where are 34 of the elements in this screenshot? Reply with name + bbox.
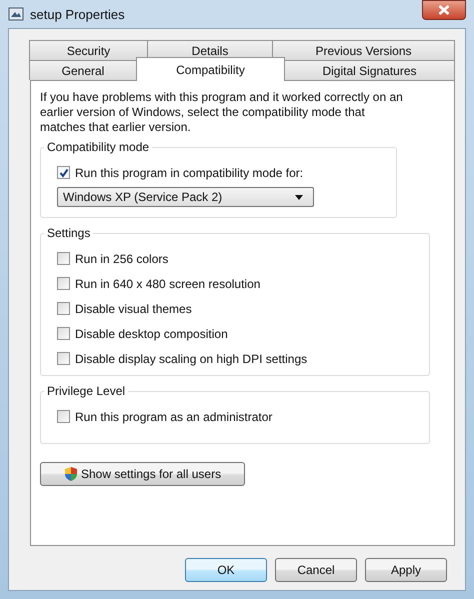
tab[interactable]: Previous Versions <box>272 40 455 60</box>
checkbox[interactable] <box>57 252 70 265</box>
close-button[interactable] <box>422 0 466 20</box>
checkbox[interactable] <box>57 302 70 315</box>
checkbox[interactable] <box>57 410 70 423</box>
checkbox-label: Disable display scaling on high DPI settings <box>75 352 308 366</box>
close-icon <box>438 5 450 15</box>
dialog-button[interactable]: Cancel <box>275 558 357 582</box>
tab[interactable]: General <box>29 60 137 80</box>
checkbox-label: Run this program as an administrator <box>75 410 272 424</box>
dialog-button[interactable]: Apply <box>365 558 447 582</box>
tab[interactable]: Security <box>29 40 148 60</box>
window-title: setup Properties <box>30 6 126 22</box>
dropdown-arrow-icon <box>295 194 303 200</box>
group-title: Settings <box>44 226 94 240</box>
checkbox-label: Run in 640 x 480 screen resolution <box>75 276 260 290</box>
dialog-button[interactable]: OK <box>185 558 267 582</box>
checkbox[interactable] <box>57 327 70 340</box>
checkbox-label: Disable visual themes <box>75 302 192 316</box>
checkbox-label: Run in 256 colors <box>75 252 168 266</box>
shield-icon <box>63 466 79 482</box>
tab[interactable]: Compatibility <box>136 57 285 81</box>
show-settings-button[interactable]: Show settings for all users <box>40 462 245 486</box>
tab[interactable]: Digital Signatures <box>284 60 455 80</box>
checkbox-label: Run this program in compatibility mode for: <box>75 166 304 180</box>
checkbox-label: Disable desktop composition <box>75 326 228 340</box>
mode-dropdown[interactable]: Windows XP (Service Pack 2) <box>57 187 314 207</box>
group-title: Compatibility mode <box>44 140 152 154</box>
intro-text: If you have problems with this program and it worked correctly on an earlier version of Windows, select the compatibility mode that matches that earlier version. <box>40 90 404 135</box>
group-title: Privilege Level <box>44 384 128 398</box>
checkbox[interactable] <box>57 277 70 290</box>
checkbox[interactable] <box>57 166 70 179</box>
app-icon <box>8 6 24 22</box>
checkbox[interactable] <box>57 352 70 365</box>
